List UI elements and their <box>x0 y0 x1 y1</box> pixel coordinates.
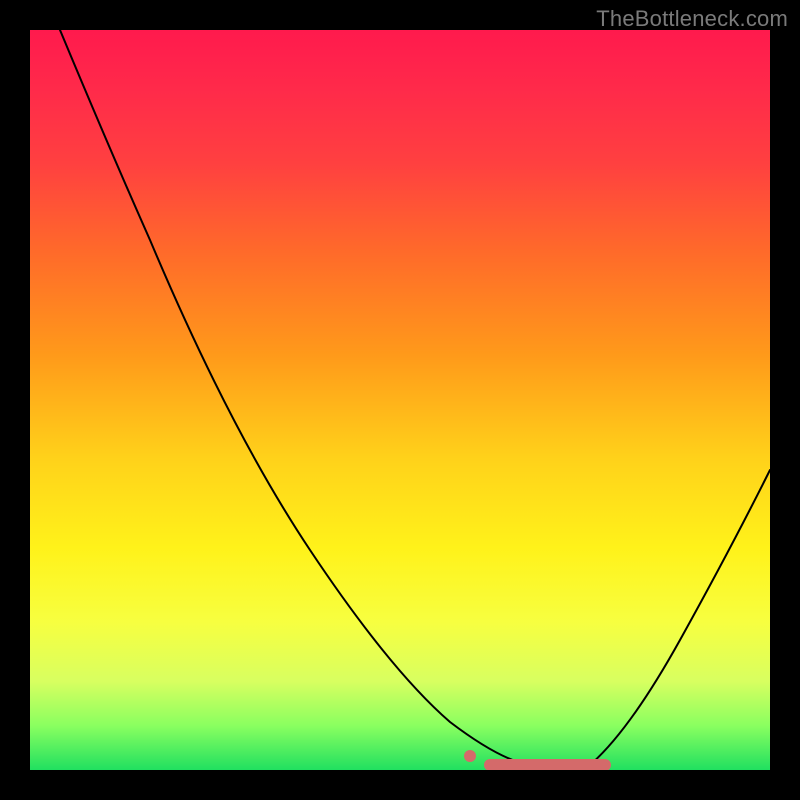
marker-dot <box>464 750 476 762</box>
chart-container: TheBottleneck.com <box>0 0 800 800</box>
plot-area <box>30 30 770 770</box>
curve-path <box>60 30 770 765</box>
bottleneck-curve <box>30 30 770 770</box>
watermark-text: TheBottleneck.com <box>596 6 788 32</box>
